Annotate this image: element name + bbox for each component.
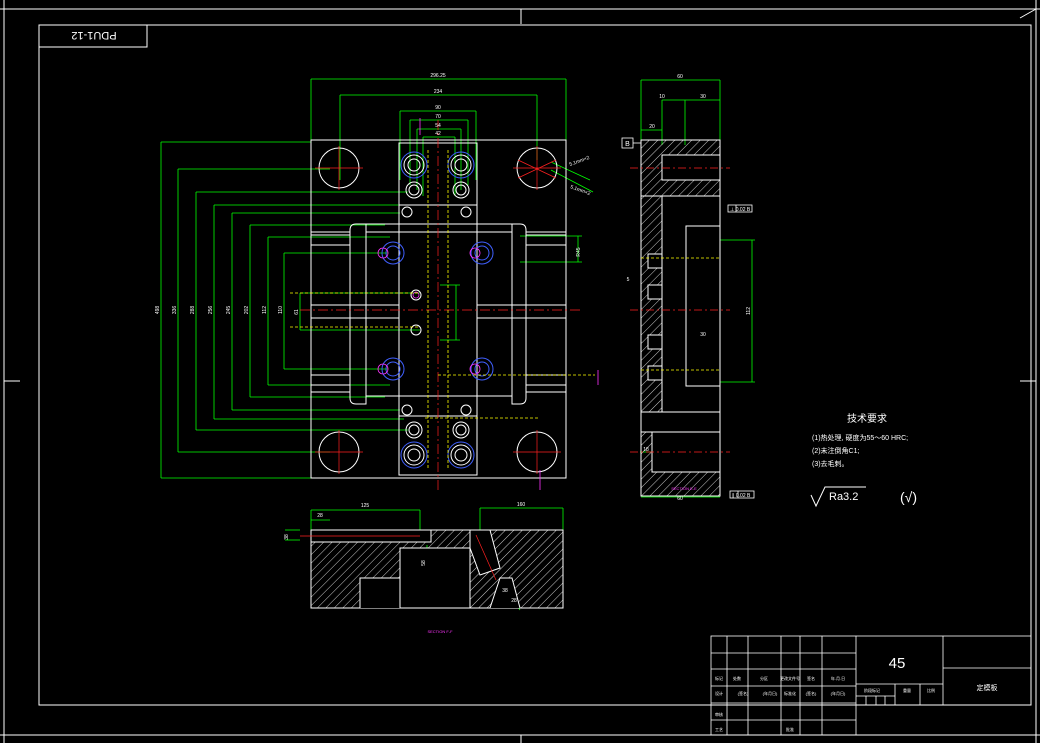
- dim-bottom-5: 38: [284, 534, 290, 540]
- tech-item-3: (3)去毛刺。: [812, 459, 849, 468]
- tb-r2-c5: (签名): [806, 690, 817, 696]
- dim-side-5: 112: [746, 307, 752, 315]
- tb-r2-c6: (年月日): [831, 690, 846, 696]
- tb-r2-c4: 标准化: [784, 690, 796, 696]
- roughness-other: (√): [900, 489, 917, 505]
- dim-left-8: 110: [278, 306, 284, 314]
- dim-side-7: 18: [643, 447, 649, 453]
- tb-weight: 重量: [903, 687, 911, 693]
- tb-r1-c2: 处数: [733, 675, 741, 681]
- dim-side-8: 60: [677, 496, 683, 502]
- tb-approve: 批准: [786, 726, 794, 732]
- dim-left-9: 61: [294, 309, 300, 315]
- dim-side-2: 10: [659, 94, 665, 100]
- tolerance-2: ∥ 0.02 B: [732, 493, 751, 499]
- dim-left-2: 336: [172, 306, 178, 315]
- dim-side-9: 5: [627, 277, 630, 283]
- dim-bottom-3: 160: [517, 502, 526, 508]
- dim-bottom-2: 28: [317, 513, 323, 519]
- dim-left-6: 202: [244, 306, 250, 315]
- dim-top-1: 296.25: [430, 73, 446, 79]
- tech-title: 技术要求: [847, 412, 887, 425]
- tb-r1-c5: 签名: [807, 675, 815, 681]
- dim-top-4: 70: [435, 114, 441, 120]
- section-label-bottom: SECTION F-F: [427, 629, 453, 634]
- tb-review: 审核: [715, 711, 723, 717]
- part-name: 定模板: [977, 683, 998, 692]
- dim-misc-3: R45: [576, 247, 582, 256]
- tb-r2-c3: (年月日): [763, 690, 778, 696]
- dim-side-3: 30: [700, 94, 706, 100]
- tb-scale: 比例: [927, 687, 935, 693]
- tb-r2-c2: (签名): [738, 690, 749, 696]
- section-label-side: SECTION E-E: [671, 486, 697, 491]
- dim-top-5: 54: [435, 123, 441, 129]
- tb-stage: 阶段标记: [864, 687, 880, 693]
- tb-r1-c6: 年.月.日: [831, 675, 845, 681]
- cad-drawing: PDU1-12 296.25 234 90 70 54 42 498 336 2…: [0, 0, 1040, 743]
- dim-bottom-6: 38: [502, 588, 508, 594]
- tolerance-1: ⊥ 0.02 B: [730, 207, 751, 213]
- dim-bottom-4: 58: [421, 560, 427, 566]
- dim-left-5: 245: [226, 306, 232, 315]
- dim-side-4: 20: [649, 124, 655, 130]
- dim-bottom-7: 28: [511, 598, 517, 604]
- dim-top-3: 90: [435, 105, 441, 111]
- dim-bottom-1: 125: [361, 503, 370, 509]
- tech-item-2: (2)未注倒角C1;: [812, 446, 860, 455]
- tb-r1-c3: 分区: [760, 675, 768, 681]
- dim-left-1: 498: [155, 306, 161, 315]
- dim-top-2: 234: [434, 89, 443, 95]
- dim-top-6: 42: [435, 131, 441, 137]
- dim-left-3: 288: [190, 306, 196, 315]
- dim-left-7: 112: [262, 306, 268, 314]
- tech-item-1: (1)热处理, 硬度为55～60 HRC;: [812, 433, 908, 442]
- material: 45: [889, 655, 906, 672]
- dim-side-6: 30: [700, 332, 706, 338]
- tb-r1-c1: 标记: [715, 675, 723, 681]
- tb-r1-c4: 更改文件号: [780, 675, 800, 681]
- roughness-value: Ra3.2: [829, 491, 858, 503]
- tb-r2-c1: 设计: [715, 690, 723, 696]
- tb-process: 工艺: [715, 727, 723, 732]
- dim-left-4: 256: [208, 306, 214, 315]
- datum-label: B: [625, 141, 630, 148]
- drawing-code: PDU1-12: [71, 29, 116, 41]
- dim-side-1: 60: [677, 74, 683, 80]
